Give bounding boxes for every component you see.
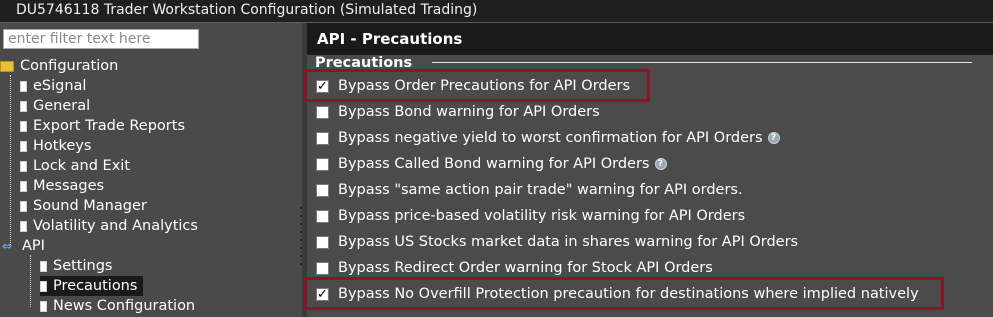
help-icon[interactable]: ? (767, 132, 780, 144)
splitter-grip (300, 223, 302, 225)
checkbox-checked[interactable]: ✓ (316, 79, 329, 93)
tree-item-label: General (33, 98, 91, 114)
config-sidebar: Configuration eSignal General Export Tra… (0, 23, 302, 317)
splitter-grip (300, 263, 302, 265)
tree-item-label: Messages (33, 178, 105, 194)
document-icon (20, 200, 27, 212)
checkbox-checked[interactable]: ✓ (316, 287, 329, 301)
filter-input[interactable] (3, 29, 199, 49)
help-icon[interactable]: ? (654, 158, 667, 170)
checkbox[interactable] (316, 157, 329, 171)
folder-icon (0, 60, 14, 72)
checkbox[interactable] (316, 131, 329, 145)
tree-item-label: Export Trade Reports (33, 118, 186, 134)
tree-item-volatility-and-analytics[interactable]: Volatility and Analytics (20, 216, 198, 236)
option-label: Bypass price-based volatility risk warni… (338, 208, 746, 224)
tree-item-label: Lock and Exit (33, 158, 131, 174)
document-icon (20, 100, 27, 112)
checkbox[interactable] (316, 261, 329, 275)
tree-item-precautions[interactable]: Precautions (40, 276, 144, 296)
tree-connector (10, 75, 11, 245)
tree-item-label: Precautions (53, 278, 138, 294)
option-bypass-order-precautions[interactable]: ✓ Bypass Order Precautions for API Order… (316, 75, 630, 97)
panel-title: API - Precautions (317, 30, 463, 48)
option-label: Bypass "same action pair trade" warning … (338, 182, 743, 198)
document-icon (20, 80, 27, 92)
tree-item-label: API (22, 238, 45, 254)
panel-header: API - Precautions (307, 23, 993, 55)
document-icon (20, 160, 27, 172)
tree-item-sound-manager[interactable]: Sound Manager (20, 196, 147, 216)
tree-item-esignal[interactable]: eSignal (20, 76, 86, 96)
window-titlebar: DU5746118 Trader Workstation Configurati… (0, 0, 993, 23)
splitter-grip (300, 239, 302, 241)
splitter-grip (300, 255, 302, 257)
tree-item-label: News Configuration (53, 298, 196, 314)
option-bypass-called-bond[interactable]: Bypass Called Bond warning for API Order… (316, 153, 667, 175)
splitter-grip (300, 247, 302, 249)
group-title: Precautions (315, 56, 413, 68)
group-divider (432, 62, 972, 63)
option-bypass-no-overfill[interactable]: ✓ Bypass No Overfill Protection precauti… (316, 283, 919, 305)
checkbox[interactable] (316, 209, 329, 223)
tree-item-label: Volatility and Analytics (33, 218, 198, 234)
option-label: Bypass negative yield to worst confirmat… (338, 130, 763, 146)
tree-item-api[interactable]: ⇔ API (2, 236, 45, 256)
option-bypass-redirect-order[interactable]: Bypass Redirect Order warning for Stock … (316, 257, 713, 279)
tree-item-lock-and-exit[interactable]: Lock and Exit (20, 156, 130, 176)
document-icon (40, 300, 47, 312)
splitter-grip (300, 231, 302, 233)
option-label: Bypass Redirect Order warning for Stock … (338, 260, 713, 276)
tree-item-label: eSignal (33, 78, 87, 94)
option-label: Bypass Called Bond warning for API Order… (338, 156, 650, 172)
option-bypass-us-stocks-shares[interactable]: Bypass US Stocks market data in shares w… (316, 231, 798, 253)
document-icon (20, 180, 27, 192)
document-icon (20, 120, 27, 132)
splitter-grip (300, 215, 302, 217)
tree-root-label: Configuration (20, 58, 119, 74)
tree-item-general[interactable]: General (20, 96, 90, 116)
option-bypass-pair-trade[interactable]: Bypass "same action pair trade" warning … (316, 179, 743, 201)
tree-item-news-configuration[interactable]: News Configuration (40, 296, 195, 316)
checkbox[interactable] (316, 183, 329, 197)
api-arrows-icon: ⇔ (2, 239, 13, 253)
tree-item-label: Hotkeys (33, 138, 92, 154)
splitter-grip (300, 207, 302, 209)
option-label: Bypass Bond warning for API Orders (338, 104, 600, 120)
option-bypass-negative-yield[interactable]: Bypass negative yield to worst confirmat… (316, 127, 780, 149)
option-bypass-volatility-risk[interactable]: Bypass price-based volatility risk warni… (316, 205, 745, 227)
option-label: Bypass No Overfill Protection precaution… (338, 286, 919, 302)
document-icon (40, 280, 47, 292)
document-icon (20, 140, 27, 152)
document-icon (40, 260, 47, 272)
tree-item-export-trade-reports[interactable]: Export Trade Reports (20, 116, 185, 136)
tree-item-messages[interactable]: Messages (20, 176, 104, 196)
settings-panel: API - Precautions Precautions ✓ Bypass O… (304, 23, 993, 317)
document-icon (20, 220, 27, 232)
option-label: Bypass US Stocks market data in shares w… (338, 234, 799, 250)
tree-item-settings[interactable]: Settings (40, 256, 112, 276)
option-bypass-bond-warning[interactable]: Bypass Bond warning for API Orders (316, 101, 600, 123)
checkbox[interactable] (316, 105, 329, 119)
option-label: Bypass Order Precautions for API Orders (338, 78, 631, 94)
tree-item-label: Settings (53, 258, 113, 274)
tree-item-hotkeys[interactable]: Hotkeys (20, 136, 91, 156)
checkbox[interactable] (316, 235, 329, 249)
tree-item-label: Sound Manager (33, 198, 147, 214)
window-title: DU5746118 Trader Workstation Configurati… (16, 2, 478, 18)
tree-connector (30, 255, 31, 307)
tree-root-configuration[interactable]: Configuration (0, 56, 118, 76)
